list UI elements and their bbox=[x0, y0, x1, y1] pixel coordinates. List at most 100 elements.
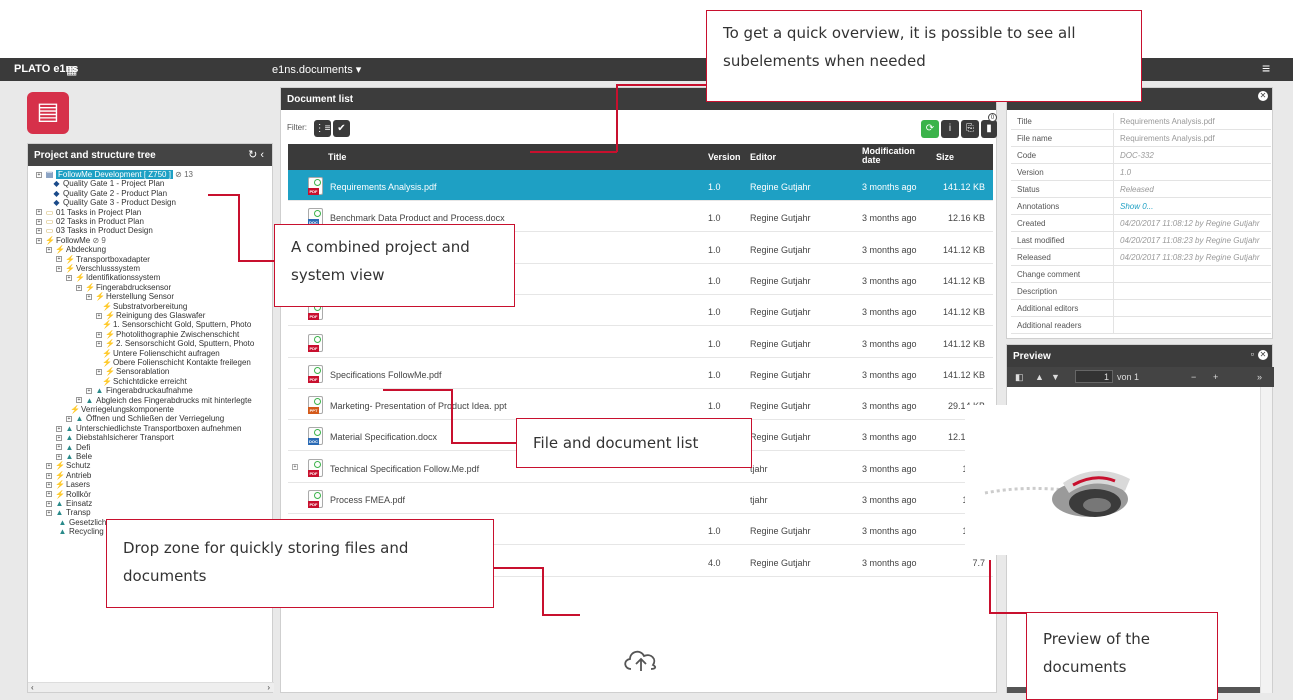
expand-toggle-icon[interactable]: + bbox=[46, 247, 52, 254]
tree-node-label: Identifikationssystem bbox=[86, 273, 161, 283]
document-version: 1.0 bbox=[708, 369, 721, 380]
property-key: Last modified bbox=[1017, 236, 1065, 245]
col-modification-date[interactable]: Modification date bbox=[862, 147, 922, 165]
property-key: Description bbox=[1017, 287, 1058, 296]
clipboard-button[interactable]: ▮ bbox=[981, 120, 997, 138]
expand-toggle-icon[interactable]: + bbox=[46, 500, 52, 507]
expand-toggle-icon[interactable]: + bbox=[66, 275, 72, 282]
col-version[interactable]: Version bbox=[708, 152, 741, 162]
page-number-input[interactable]: 1 bbox=[1075, 370, 1113, 383]
close-icon[interactable]: ✕ bbox=[1258, 91, 1268, 101]
expand-toggle-icon[interactable]: + bbox=[46, 463, 52, 470]
expand-toggle-icon[interactable]: + bbox=[86, 388, 92, 395]
property-row: Released 04/20/2017 11:08:23 by Regine Gu… bbox=[1011, 249, 1271, 266]
expand-toggle-icon[interactable]: + bbox=[56, 265, 62, 272]
expand-toggle-icon[interactable]: + bbox=[56, 444, 62, 451]
property-key: Additional editors bbox=[1017, 304, 1079, 313]
document-version: 1.0 bbox=[708, 244, 721, 255]
expand-toggle-icon[interactable]: + bbox=[36, 218, 42, 225]
document-module-logo-icon[interactable]: ▤ bbox=[27, 92, 69, 134]
expand-toggle-icon[interactable]: + bbox=[96, 331, 102, 338]
zoom-in-icon[interactable]: + bbox=[1213, 372, 1218, 382]
cloud-upload-icon[interactable] bbox=[621, 645, 661, 675]
previous-page-icon[interactable]: ▲ bbox=[1035, 372, 1044, 382]
refresh-list-button[interactable]: ⟳ bbox=[921, 120, 939, 138]
expand-toggle-icon[interactable]: + bbox=[96, 341, 102, 348]
expand-toggle-icon[interactable]: + bbox=[76, 284, 82, 291]
document-version: 1.0 bbox=[708, 182, 721, 192]
document-modified: 3 months ago bbox=[862, 338, 917, 349]
attachment-count: ⊘ 9 bbox=[92, 235, 106, 245]
expand-toggle-icon[interactable]: + bbox=[56, 435, 62, 442]
expand-toggle-icon[interactable]: + bbox=[46, 510, 52, 517]
expand-toggle-icon[interactable]: + bbox=[56, 453, 62, 460]
expand-toggle-icon[interactable]: + bbox=[36, 171, 42, 178]
expand-toggle-icon[interactable]: + bbox=[56, 256, 62, 263]
next-page-icon[interactable]: ▼ bbox=[1051, 372, 1060, 382]
expand-toggle-icon[interactable]: + bbox=[46, 491, 52, 498]
expand-toggle-icon[interactable]: + bbox=[36, 237, 42, 244]
maximize-icon[interactable]: ▫ bbox=[1251, 349, 1254, 359]
document-editor: Regine Gutjahr bbox=[750, 526, 811, 537]
add-document-button[interactable]: ⎘ bbox=[961, 120, 979, 138]
preview-scrollbar[interactable] bbox=[1260, 387, 1272, 693]
document-title: Specifications FollowMe.pdf bbox=[330, 369, 442, 380]
expand-toggle-icon[interactable]: + bbox=[46, 482, 52, 489]
info-button[interactable]: i bbox=[941, 120, 959, 138]
document-row[interactable]: PDFProcess FMEA.pdftjahr3 months ago141.… bbox=[288, 483, 993, 514]
apps-grid-icon[interactable]: ▦ bbox=[66, 63, 77, 77]
tree-node-label: Defi bbox=[76, 442, 91, 452]
hamburger-menu-icon[interactable]: ≡ bbox=[1262, 60, 1270, 76]
document-editor: tjahr bbox=[750, 495, 768, 505]
expand-toggle-icon[interactable]: + bbox=[86, 294, 92, 301]
zoom-out-icon[interactable]: − bbox=[1191, 372, 1196, 382]
property-value: 04/20/2017 11:08:12 by Regine Gutjahr bbox=[1113, 215, 1271, 231]
sidebar-toggle-icon[interactable]: ◧ bbox=[1015, 372, 1024, 383]
expand-toggle-icon[interactable]: + bbox=[36, 209, 42, 216]
expand-toggle-icon[interactable]: + bbox=[36, 228, 42, 235]
property-row: File name Requirements Analysis.pdf bbox=[1011, 130, 1271, 147]
document-version: 1.0 bbox=[708, 275, 721, 286]
product-render-image bbox=[965, 405, 1165, 555]
document-modified: 3 months ago bbox=[862, 495, 917, 505]
document-version: 1.0 bbox=[708, 338, 721, 349]
document-row[interactable]: PDF 1.0 Regine Gutjahr 3 months ago 141.12 K… bbox=[288, 327, 993, 358]
col-size[interactable]: Size bbox=[936, 152, 954, 162]
document-properties-panel: ✕ Title Requirements Analysis.pdf File nam… bbox=[1006, 87, 1273, 339]
refresh-icon[interactable]: ↻ ‹ bbox=[248, 148, 264, 161]
ppt-file-icon: PPT bbox=[308, 396, 323, 415]
document-modified: 3 months ago bbox=[862, 557, 917, 568]
expand-toggle-icon[interactable]: + bbox=[96, 312, 102, 319]
horizontal-scrollbar[interactable]: ‹ › bbox=[28, 682, 274, 692]
tree-node-label: FollowMe Development [ Z750 ] bbox=[56, 170, 173, 179]
expand-toggle-icon[interactable]: + bbox=[96, 369, 102, 376]
module-selector[interactable]: e1ns.documents ▾ bbox=[272, 63, 361, 76]
expand-toggle-icon[interactable]: + bbox=[66, 416, 72, 423]
property-value: Released bbox=[1113, 181, 1271, 197]
tree-node-label: 02 Tasks in Product Plan bbox=[56, 217, 144, 226]
document-row[interactable]: PPT Marketing- Presentation of Product Id… bbox=[288, 389, 993, 421]
document-title: Process FMEA.pdf bbox=[330, 495, 406, 505]
callout-line bbox=[989, 612, 1027, 614]
document-row[interactable]: PDF Specifications FollowMe.pdf 1.0 Regine … bbox=[288, 358, 993, 389]
close-preview-icon[interactable]: ✕ bbox=[1258, 350, 1268, 360]
tree-node-label: Transportboxadapter bbox=[76, 254, 150, 264]
property-key: Released bbox=[1017, 253, 1051, 262]
callout-line bbox=[989, 560, 991, 613]
tree-node-label: Quality Gate 3 - Product Design bbox=[63, 198, 176, 208]
expand-toggle-icon[interactable]: + bbox=[46, 472, 52, 479]
filter-tree-button[interactable]: ⋮≡ bbox=[314, 120, 331, 137]
callout-line bbox=[238, 194, 240, 261]
col-editor[interactable]: Editor bbox=[750, 152, 776, 162]
col-title[interactable]: Title bbox=[328, 152, 346, 162]
function-icon: ▲ bbox=[58, 527, 67, 537]
more-tools-icon[interactable]: » bbox=[1257, 372, 1262, 382]
callout-line bbox=[451, 389, 453, 443]
expand-row-icon[interactable]: + bbox=[292, 463, 298, 470]
expand-toggle-icon[interactable]: + bbox=[56, 425, 62, 432]
property-value[interactable]: Show 0... bbox=[1113, 198, 1271, 214]
filter-check-button[interactable]: ✔ bbox=[333, 120, 350, 137]
document-row[interactable]: PDF Requirements Analysis.pdf 1.0 Regine Gu… bbox=[288, 170, 993, 201]
expand-toggle-icon[interactable]: + bbox=[76, 397, 82, 404]
tree-node-label: Fingerabdrucksensor bbox=[96, 282, 172, 292]
